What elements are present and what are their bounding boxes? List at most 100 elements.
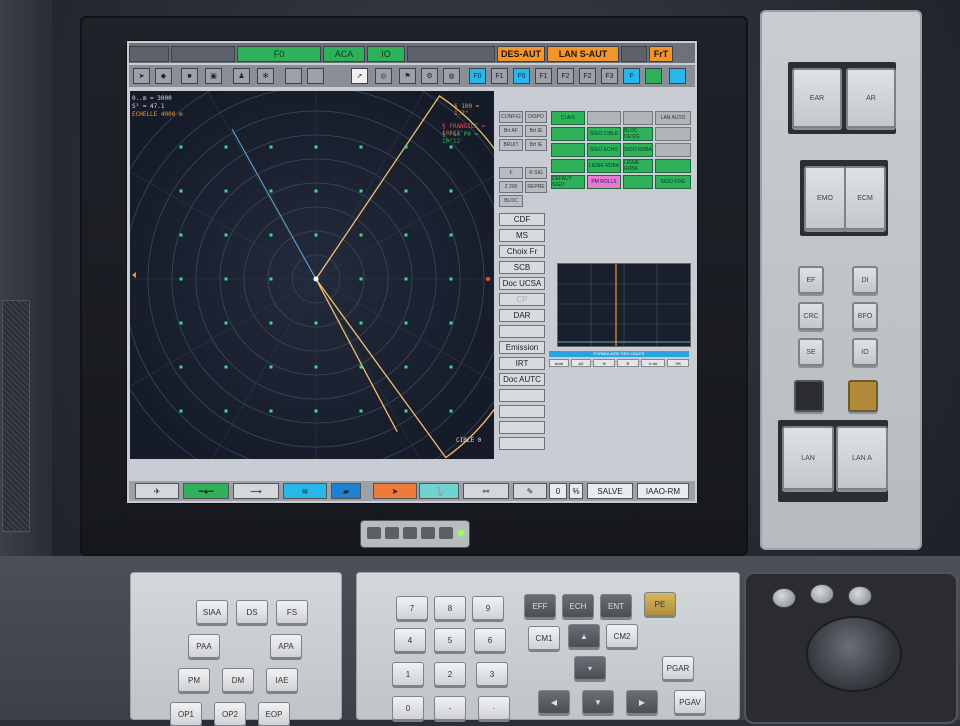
status-sigo-rdba[interactable]: SIGO RDBA — [623, 143, 653, 157]
hw-key-ef[interactable]: EF — [798, 266, 824, 294]
btn-bloc[interactable]: BLOC — [499, 195, 523, 207]
hw-key-ecm[interactable]: ECM — [844, 166, 886, 230]
tool-f2-b[interactable]: F2 — [579, 68, 596, 84]
bb-torpedo-icon[interactable]: ⟿ — [233, 483, 279, 499]
key-9[interactable]: 9 — [472, 596, 504, 620]
hw-key-crc[interactable]: CRC — [798, 302, 824, 330]
key-minus[interactable]: - — [434, 696, 466, 720]
btn-brt-ie-2[interactable]: Brt IE — [525, 139, 547, 151]
key-ent[interactable]: ENT — [600, 594, 632, 618]
hw-key-di[interactable]: DI — [852, 266, 878, 294]
key-1[interactable]: 1 — [392, 662, 424, 686]
menu-emission[interactable]: Emission — [499, 341, 545, 354]
menu-choix-fr[interactable]: Choix Fr — [499, 245, 545, 258]
menu-blank[interactable] — [499, 325, 545, 338]
status-cell-5[interactable] — [551, 127, 585, 141]
key-cm1[interactable]: CM1 — [528, 626, 560, 650]
key-up-arrow[interactable]: ▲ — [568, 624, 600, 648]
topbar-io[interactable]: IO — [367, 46, 405, 62]
tool-f[interactable]: F — [623, 68, 640, 84]
key-fs[interactable]: FS — [276, 600, 308, 624]
status-sigo-echo[interactable]: SIGO ECHO — [587, 143, 621, 157]
key-dm[interactable]: DM — [222, 668, 254, 692]
col-pct[interactable]: % — [593, 359, 615, 367]
status-cell-9[interactable] — [551, 143, 585, 157]
tool-cursor-icon[interactable]: ➚ — [351, 68, 368, 84]
btn-z200[interactable]: Z 200 — [499, 181, 523, 193]
radar-display[interactable]: 0..m = 3000 S¹ = 47.1 ECHELLE 4000 m § 1… — [130, 91, 494, 459]
menu-empty-4[interactable] — [499, 437, 545, 450]
menu-irt[interactable]: IRT — [499, 357, 545, 370]
key-op2[interactable]: OP2 — [214, 702, 246, 726]
status-cell-8[interactable] — [655, 127, 691, 141]
tool-cyan-key[interactable] — [669, 68, 686, 84]
key-eop[interactable]: EOP — [258, 702, 290, 726]
topbar-f0[interactable]: F0 — [237, 46, 321, 62]
tool-f1-b[interactable]: F1 — [535, 68, 552, 84]
tool-person-icon[interactable]: ♟ — [233, 68, 250, 84]
key-pgar[interactable]: PGAR — [662, 656, 694, 680]
hw-key-emo[interactable]: EMO — [804, 166, 846, 230]
key-apa[interactable]: APA — [270, 634, 302, 658]
key-4[interactable]: 4 — [394, 628, 426, 652]
key-3[interactable]: 3 — [476, 662, 508, 686]
btn-brt-ie[interactable]: Brt IE — [525, 125, 547, 137]
trackball-button-left[interactable] — [772, 588, 796, 608]
key-eff[interactable]: EFF — [524, 594, 556, 618]
menu-empty-2[interactable] — [499, 405, 545, 418]
hw-key-dark[interactable] — [794, 380, 824, 412]
tool-f2-a[interactable]: F2 — [557, 68, 574, 84]
key-op1[interactable]: OP1 — [170, 702, 202, 726]
hw-key-ar[interactable]: AR — [846, 68, 896, 128]
status-ci[interactable]: CI A/S — [551, 111, 585, 125]
hw-key-bfo[interactable]: BFO — [852, 302, 878, 330]
key-down-arrow[interactable]: ▼ — [582, 690, 614, 714]
tool-arrow-icon[interactable]: ➤ — [133, 68, 150, 84]
col-u-rte[interactable]: U rte — [641, 359, 665, 367]
tool-target-icon[interactable]: ◎ — [375, 68, 392, 84]
bb-zero[interactable]: 0 — [549, 483, 567, 499]
key-iae[interactable]: IAE — [266, 668, 298, 692]
topbar-lan-s-aut[interactable]: LAN S-AUT — [547, 46, 619, 62]
status-cell-19[interactable] — [623, 175, 653, 189]
col-tk[interactable]: T/K — [667, 359, 689, 367]
btn-r-sig[interactable]: R SIG — [525, 167, 547, 179]
status-ligne-rdba-1[interactable]: LIGNE RDBA — [587, 159, 621, 173]
status-blank-2[interactable] — [623, 111, 653, 125]
key-right-arrow[interactable]: ▶ — [626, 690, 658, 714]
key-8[interactable]: 8 — [434, 596, 466, 620]
tool-f0-b[interactable]: F0 — [513, 68, 530, 84]
btn-repre[interactable]: REPRE — [525, 181, 547, 193]
menu-empty-3[interactable] — [499, 421, 545, 434]
key-siaa[interactable]: SIAA — [196, 600, 228, 624]
screen-ctrl-3[interactable] — [403, 527, 417, 539]
status-cell-13[interactable] — [551, 159, 585, 173]
menu-doc-autc[interactable]: Doc AUTC — [499, 373, 545, 386]
topbar-blank-1[interactable] — [129, 46, 169, 62]
btn-dispo[interactable]: DISPO — [525, 111, 547, 123]
hw-key-se[interactable]: SE — [798, 338, 824, 366]
key-5[interactable]: 5 — [434, 628, 466, 652]
menu-cp[interactable]: CP — [499, 293, 545, 306]
col-amb[interactable]: Amb — [549, 359, 569, 367]
menu-scb[interactable]: SCB — [499, 261, 545, 274]
hw-key-lan-a[interactable]: LAN A — [836, 426, 888, 490]
key-2[interactable]: 2 — [434, 662, 466, 686]
status-cell-16[interactable] — [655, 159, 691, 173]
menu-cdf[interactable]: CDF — [499, 213, 545, 226]
topbar-des-aut[interactable]: DES-AUT — [497, 46, 545, 62]
bb-diver-icon[interactable]: ⚓ — [419, 483, 459, 499]
menu-ms[interactable]: MS — [499, 229, 545, 242]
hw-key-lan[interactable]: LAN — [782, 426, 834, 490]
tool-gear-icon[interactable]: ⚙ — [421, 68, 438, 84]
status-bloc-desig[interactable]: BLOC DESIG — [623, 127, 653, 141]
col-a2[interactable]: A2 — [571, 359, 591, 367]
topbar-blank-3[interactable] — [407, 46, 495, 62]
key-ech[interactable]: ECH — [562, 594, 594, 618]
key-left-arrow[interactable]: ◀ — [538, 690, 570, 714]
tool-frame-icon[interactable]: ▣ — [205, 68, 222, 84]
menu-doc-ucsa[interactable]: Doc UCSA — [499, 277, 545, 290]
bb-missile-icon[interactable]: ➤ — [373, 483, 417, 499]
bb-slider-icon[interactable]: ━●━ — [183, 483, 229, 499]
bb-percent[interactable]: % — [569, 483, 583, 499]
